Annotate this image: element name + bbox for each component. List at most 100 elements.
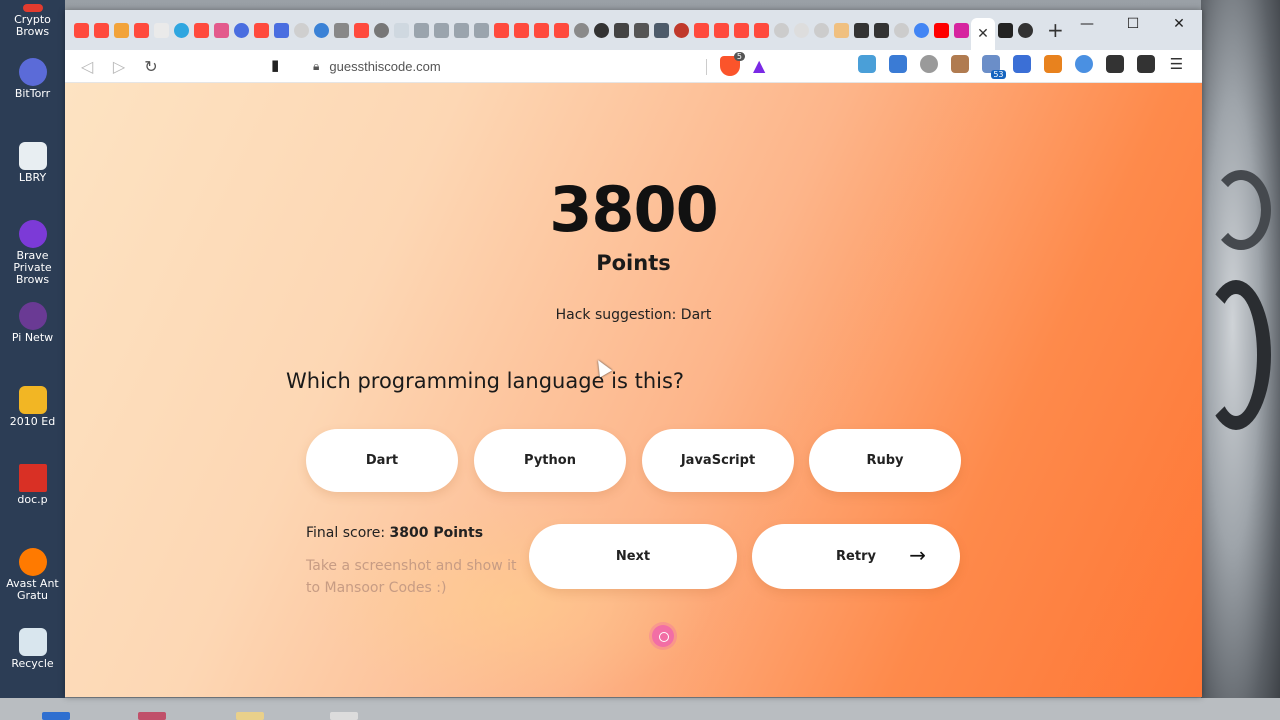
new-tab-icon[interactable]: +	[1047, 18, 1064, 42]
desktop-icon-lbry[interactable]: LBRY	[0, 142, 65, 184]
menu-icon[interactable]: ☰	[1168, 55, 1186, 73]
address-bar[interactable]: 🔒︎ guessthiscode.com	[301, 53, 779, 80]
desktop-icon-label: Avast Ant Gratu	[6, 577, 59, 602]
extension-icon[interactable]	[1074, 55, 1093, 73]
desktop-icon-label: doc.p	[17, 493, 48, 506]
youtube-tab-icon[interactable]	[93, 22, 109, 38]
extension-icon[interactable]	[857, 55, 876, 73]
tab-favicon[interactable]	[333, 22, 349, 38]
answer-button-javascript[interactable]: JavaScript	[642, 429, 794, 492]
google-tab-icon[interactable]	[813, 22, 829, 38]
taskbar-app-icon[interactable]	[42, 712, 70, 720]
tab-favicon[interactable]	[393, 22, 409, 38]
translate-icon[interactable]	[1012, 55, 1031, 73]
extension-icon[interactable]: 53	[981, 55, 1006, 79]
desktop-icon-crypto-browser[interactable]: Crypto Brows	[0, 4, 65, 38]
i2f-tab-icon[interactable]	[453, 22, 469, 38]
puzzle-icon[interactable]	[1105, 55, 1124, 73]
instagram-tab-icon[interactable]	[953, 22, 969, 38]
tab-favicon[interactable]	[113, 22, 129, 38]
bookmark-icon[interactable]: ▮	[271, 56, 279, 74]
minimize-icon[interactable]: —	[1064, 10, 1110, 38]
tab-favicon[interactable]	[373, 22, 389, 38]
taskbar-app-icon[interactable]	[138, 712, 166, 720]
brave-shields-icon[interactable]: 5	[720, 52, 745, 76]
tab-favicon[interactable]	[573, 22, 589, 38]
next-button[interactable]: Next	[529, 524, 737, 589]
youtube-tab-icon[interactable]	[353, 22, 369, 38]
youtube-tab-icon[interactable]	[553, 22, 569, 38]
google-tab-icon[interactable]	[893, 22, 909, 38]
tab-favicon[interactable]	[793, 22, 809, 38]
youtube-tab-icon[interactable]	[733, 22, 749, 38]
desktop-icon-brave-private[interactable]: Brave Private Brows	[0, 220, 65, 286]
github-tab-icon[interactable]	[593, 22, 609, 38]
tab-favicon[interactable]	[153, 22, 169, 38]
answer-button-ruby[interactable]: Ruby	[809, 429, 961, 492]
tab-favicon[interactable]	[293, 22, 309, 38]
taskbar-app-icon[interactable]	[236, 712, 264, 720]
tab-favicon[interactable]	[833, 22, 849, 38]
tab-favicon[interactable]	[873, 22, 889, 38]
brave-rewards-icon[interactable]: ▲	[753, 56, 765, 75]
google-tab-icon[interactable]	[773, 22, 789, 38]
extension-icon[interactable]	[950, 55, 969, 73]
office-icon	[18, 386, 47, 414]
tab-favicon[interactable]	[653, 22, 669, 38]
youtube-tab-icon[interactable]	[753, 22, 769, 38]
youtube-tab-icon[interactable]	[693, 22, 709, 38]
github-tab-icon[interactable]	[1017, 22, 1033, 38]
google-tab-icon[interactable]	[913, 22, 929, 38]
answer-button-dart[interactable]: Dart	[306, 429, 458, 492]
desktop-icon-label: Recycle	[11, 657, 54, 670]
desktop-icon-bittorrent[interactable]: BitTorr	[0, 58, 65, 100]
pocket-icon[interactable]	[919, 55, 938, 73]
active-tab[interactable]: ✕	[971, 18, 995, 50]
close-window-icon[interactable]: ✕	[1156, 10, 1202, 38]
retry-button[interactable]: Retry →	[752, 524, 960, 589]
desktop-icon-pi-network[interactable]: Pi Netw	[0, 302, 65, 344]
taskbar-app-icon[interactable]	[330, 712, 358, 720]
close-tab-icon[interactable]: ✕	[977, 26, 989, 42]
desktop-icon-avast[interactable]: Avast Ant Gratu	[0, 548, 65, 602]
url-text: guessthiscode.com	[329, 59, 441, 74]
tab-favicon[interactable]	[313, 22, 329, 38]
youtube-tab-icon[interactable]	[133, 22, 149, 38]
tab-favicon[interactable]	[633, 22, 649, 38]
youtube-tab-icon[interactable]	[533, 22, 549, 38]
desktop-icon-label: BitTorr	[14, 87, 51, 100]
forward-icon[interactable]: ▷	[103, 52, 135, 80]
i2f-tab-icon[interactable]	[413, 22, 429, 38]
desktop-icon-label: Brave Private Brows	[13, 249, 52, 286]
youtube-tab-icon[interactable]	[73, 22, 89, 38]
lbry-icon	[18, 142, 47, 170]
back-icon[interactable]: ◁	[71, 52, 103, 80]
tab-favicon[interactable]	[233, 22, 249, 38]
tab-favicon[interactable]	[853, 22, 869, 38]
tab-favicon[interactable]	[173, 22, 189, 38]
tab-favicon[interactable]	[673, 22, 689, 38]
desktop-icon-pdf-doc[interactable]: doc.p	[0, 464, 65, 506]
browser-window: ✕ + — ☐ ✕ ◁ ▷ ↻ ▮ 🔒︎ guessthiscode.com 5…	[65, 10, 1202, 697]
recycle-bin-icon	[18, 628, 47, 656]
metamask-icon[interactable]	[1043, 55, 1062, 73]
youtube-tab-icon[interactable]	[933, 22, 949, 38]
desktop-icon-recycle-bin[interactable]: Recycle	[0, 628, 65, 670]
answer-button-python[interactable]: Python	[474, 429, 626, 492]
youtube-tab-icon[interactable]	[253, 22, 269, 38]
youtube-tab-icon[interactable]	[513, 22, 529, 38]
youtube-tab-icon[interactable]	[493, 22, 509, 38]
notion-tab-icon[interactable]	[613, 22, 629, 38]
reload-icon[interactable]: ↻	[135, 52, 167, 80]
tab-favicon[interactable]	[997, 22, 1013, 38]
desktop-icon-office-2010[interactable]: 2010 Ed	[0, 386, 65, 428]
i2f-tab-icon[interactable]	[433, 22, 449, 38]
playlist-icon[interactable]	[1136, 55, 1155, 73]
youtube-tab-icon[interactable]	[713, 22, 729, 38]
tab-favicon[interactable]	[213, 22, 229, 38]
i2f-tab-icon[interactable]	[473, 22, 489, 38]
youtube-tab-icon[interactable]	[193, 22, 209, 38]
star-icon[interactable]	[888, 55, 907, 73]
maximize-icon[interactable]: ☐	[1110, 10, 1156, 38]
tab-favicon[interactable]	[273, 22, 289, 38]
